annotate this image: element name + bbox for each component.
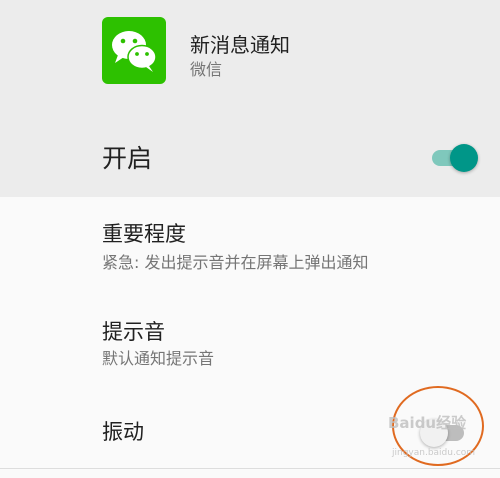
master-toggle-label: 开启 [102, 144, 153, 173]
setting-subtitle: 默认通知提示音 [102, 349, 215, 368]
setting-title: 重要程度 [102, 222, 186, 246]
setting-title: 提示音 [102, 320, 165, 344]
setting-title: 振动 [102, 420, 144, 444]
divider [0, 468, 500, 469]
watermark-url: jingyan.baidu.com [392, 448, 476, 458]
wechat-icon [102, 17, 166, 84]
notification-header: 新消息通知 微信 开启 [0, 0, 500, 197]
master-toggle-switch[interactable] [432, 143, 478, 173]
watermark-logo: Baidu经验 [388, 414, 467, 432]
app-name-subtitle: 微信 [190, 60, 223, 79]
app-notification-title: 新消息通知 [190, 33, 290, 57]
setting-subtitle: 紧急: 发出提示音并在屏幕上弹出通知 [102, 253, 369, 272]
switch-thumb [450, 144, 478, 172]
